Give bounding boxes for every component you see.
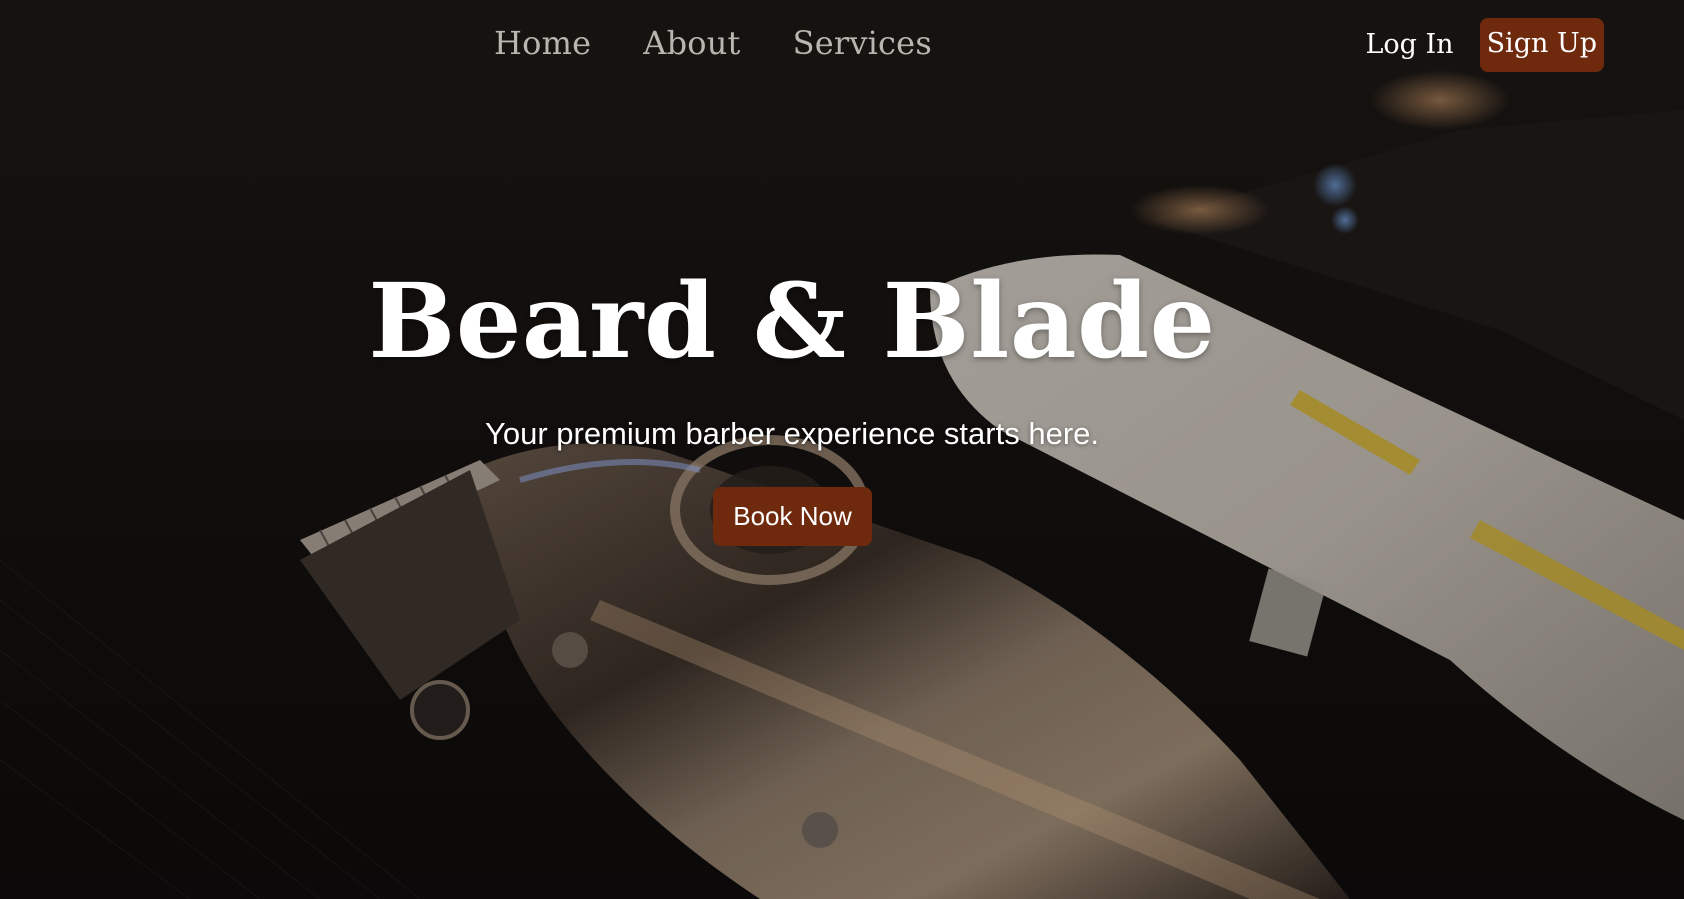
book-now-button[interactable]: Book Now <box>713 487 872 546</box>
hero-title: Beard & Blade <box>368 261 1216 382</box>
hero-subtitle: Your premium barber experience starts he… <box>485 416 1099 451</box>
hero-section: Beard & Blade Your premium barber experi… <box>0 0 1684 899</box>
landing-page: Home About Services Log In Sign Up Beard… <box>0 0 1684 899</box>
